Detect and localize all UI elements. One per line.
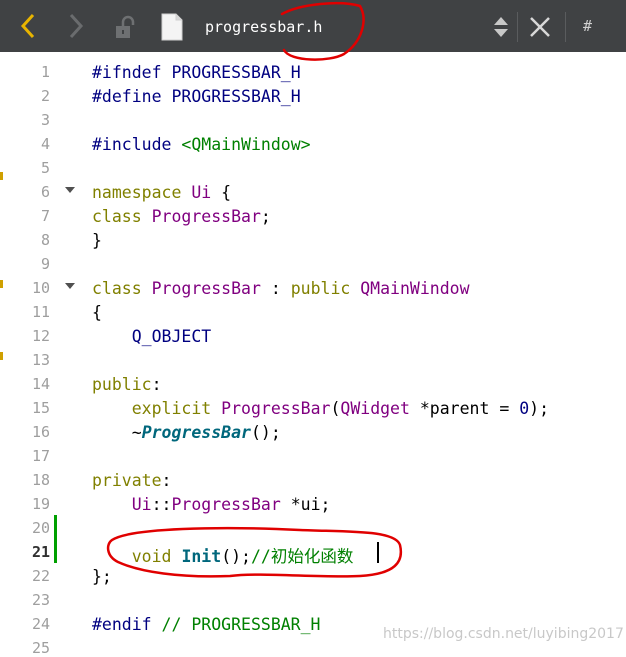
chevron-right-icon	[69, 13, 84, 39]
text-cursor	[377, 542, 379, 563]
code-line-2: #define PROGRESSBAR_H	[92, 87, 301, 106]
line-number: 9	[40, 255, 50, 273]
line-number: 6	[40, 183, 50, 201]
line-number: 15	[31, 399, 50, 417]
toolbar-separator	[565, 12, 566, 42]
line-number: 11	[31, 303, 50, 321]
file-icon	[161, 13, 183, 41]
line-number: 16	[31, 423, 50, 441]
code-line-24: #endif // PROGRESSBAR_H	[92, 615, 321, 634]
code-line-10: class ProgressBar : public QMainWindow	[92, 279, 470, 298]
line-number: 12	[31, 327, 50, 345]
fold-marker-icon[interactable]	[65, 283, 75, 289]
file-type-button[interactable]	[158, 12, 186, 42]
line-number: 10	[31, 279, 50, 297]
line-number: 24	[31, 615, 50, 633]
code-line-15: explicit ProgressBar(QWidget *parent = 0…	[131, 399, 550, 418]
line-number: 5	[40, 159, 50, 177]
document-switch-arrows[interactable]	[490, 13, 512, 41]
lock-icon	[116, 15, 135, 38]
code-line-7: class ProgressBar;	[92, 207, 271, 226]
toolbar-separator	[517, 12, 518, 42]
close-icon	[530, 17, 550, 37]
code-line-4: #include <QMainWindow>	[92, 135, 311, 154]
code-line-8: }	[92, 231, 102, 250]
close-document-button[interactable]	[526, 13, 554, 41]
code-line-19: Ui::ProgressBar *ui;	[131, 495, 331, 514]
line-number: 23	[31, 591, 50, 609]
line-number: 21	[31, 543, 50, 561]
forward-button[interactable]	[62, 12, 90, 40]
line-number: 18	[31, 471, 50, 489]
line-number: 14	[31, 375, 50, 393]
line-number: 13	[31, 351, 50, 369]
code-line-16: ~ProgressBar();	[131, 423, 281, 442]
code-line-18: private:	[92, 471, 172, 490]
open-document-name[interactable]: progressbar.h	[205, 18, 322, 36]
split-button[interactable]: #	[583, 17, 592, 35]
line-number: 8	[40, 231, 50, 249]
line-number: 20	[31, 519, 50, 537]
line-number: 22	[31, 567, 50, 585]
line-number: 17	[31, 447, 50, 465]
code-line-11: {	[92, 303, 102, 322]
changed-lines-marker	[54, 515, 57, 563]
code-line-14: public:	[92, 375, 162, 394]
line-number: 1	[40, 63, 50, 81]
code-line-1: #ifndef PROGRESSBAR_H	[92, 63, 301, 82]
line-number: 7	[40, 207, 50, 225]
fold-marker-icon[interactable]	[65, 187, 75, 193]
line-number: 4	[40, 135, 50, 153]
line-number: 25	[31, 639, 50, 657]
up-down-arrows-icon	[494, 17, 508, 37]
code-line-21: void Init();//初始化函数	[131, 547, 354, 566]
back-button[interactable]	[14, 12, 42, 40]
code-line-6: namespace Ui {	[92, 183, 232, 202]
watermark: https://blog.csdn.net/luyibing2017	[383, 626, 624, 642]
chevron-left-icon	[20, 13, 35, 39]
code-line-22: };	[92, 567, 112, 586]
line-number: 2	[40, 87, 50, 105]
line-number: 19	[31, 495, 50, 513]
lock-button[interactable]	[110, 14, 140, 42]
line-number: 3	[40, 111, 50, 129]
code-line-12: Q_OBJECT	[131, 327, 212, 346]
editor-toolbar: progressbar.h #	[0, 0, 626, 52]
